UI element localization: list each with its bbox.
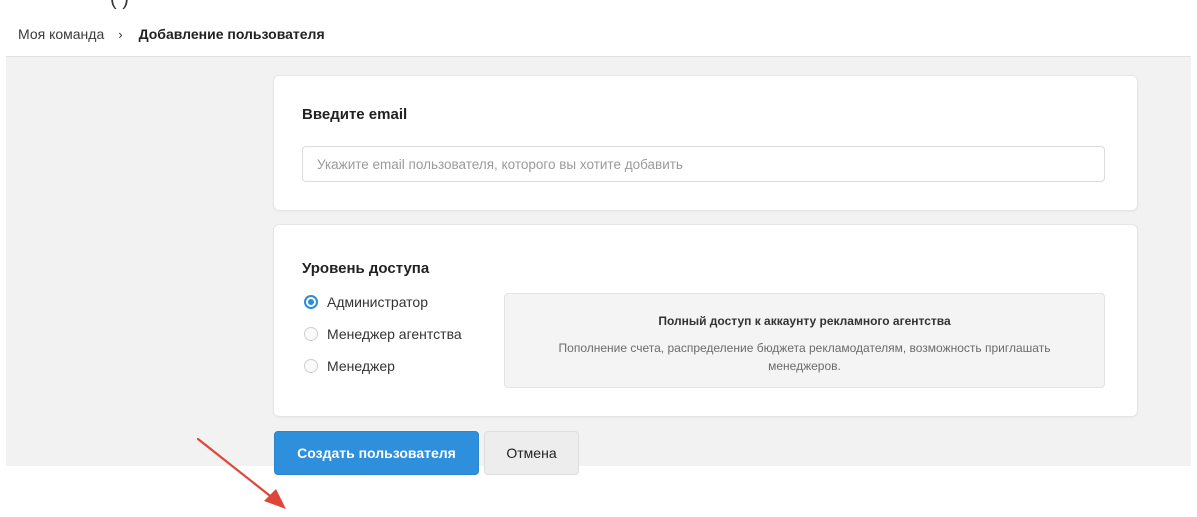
- email-card: Введите email: [273, 75, 1138, 211]
- top-cropped-strip: ( ): [0, 0, 1197, 10]
- top-cropped-text: ( ): [110, 0, 129, 10]
- create-user-button[interactable]: Создать пользователя: [274, 431, 479, 475]
- radio-option-administrator[interactable]: Администратор: [304, 291, 462, 313]
- access-description-title: Полный доступ к аккаунту рекламного аген…: [658, 314, 951, 328]
- radio-checked-icon[interactable]: [304, 295, 318, 309]
- access-description-text: Пополнение счета, распределение бюджета …: [558, 341, 1051, 373]
- cancel-button[interactable]: Отмена: [484, 431, 579, 475]
- breadcrumb-my-team-link[interactable]: Моя команда: [18, 26, 104, 42]
- red-arrow-icon: [196, 437, 286, 509]
- radio-unchecked-icon[interactable]: [304, 359, 318, 373]
- access-level-description: Полный доступ к аккаунту рекламного аген…: [504, 293, 1105, 388]
- email-card-title: Введите email: [302, 106, 408, 123]
- radio-option-label: Администратор: [327, 294, 429, 310]
- radio-unchecked-icon[interactable]: [304, 327, 318, 341]
- access-level-card: Уровень доступа Администратор Менеджер а…: [273, 224, 1138, 417]
- radio-option-label: Менеджер: [327, 358, 395, 374]
- radio-option-manager[interactable]: Менеджер: [304, 355, 462, 377]
- access-level-radio-group: Администратор Менеджер агентства Менедже…: [304, 291, 462, 387]
- breadcrumb: Моя команда › Добавление пользователя: [18, 22, 325, 46]
- chevron-right-icon: ›: [118, 26, 123, 42]
- radio-option-label: Менеджер агентства: [327, 326, 462, 342]
- access-level-title: Уровень доступа: [302, 260, 430, 277]
- radio-option-agency-manager[interactable]: Менеджер агентства: [304, 323, 462, 345]
- main-content: Введите email Уровень доступа Администра…: [6, 56, 1191, 509]
- email-input[interactable]: [302, 146, 1105, 182]
- page-title: Добавление пользователя: [138, 26, 325, 42]
